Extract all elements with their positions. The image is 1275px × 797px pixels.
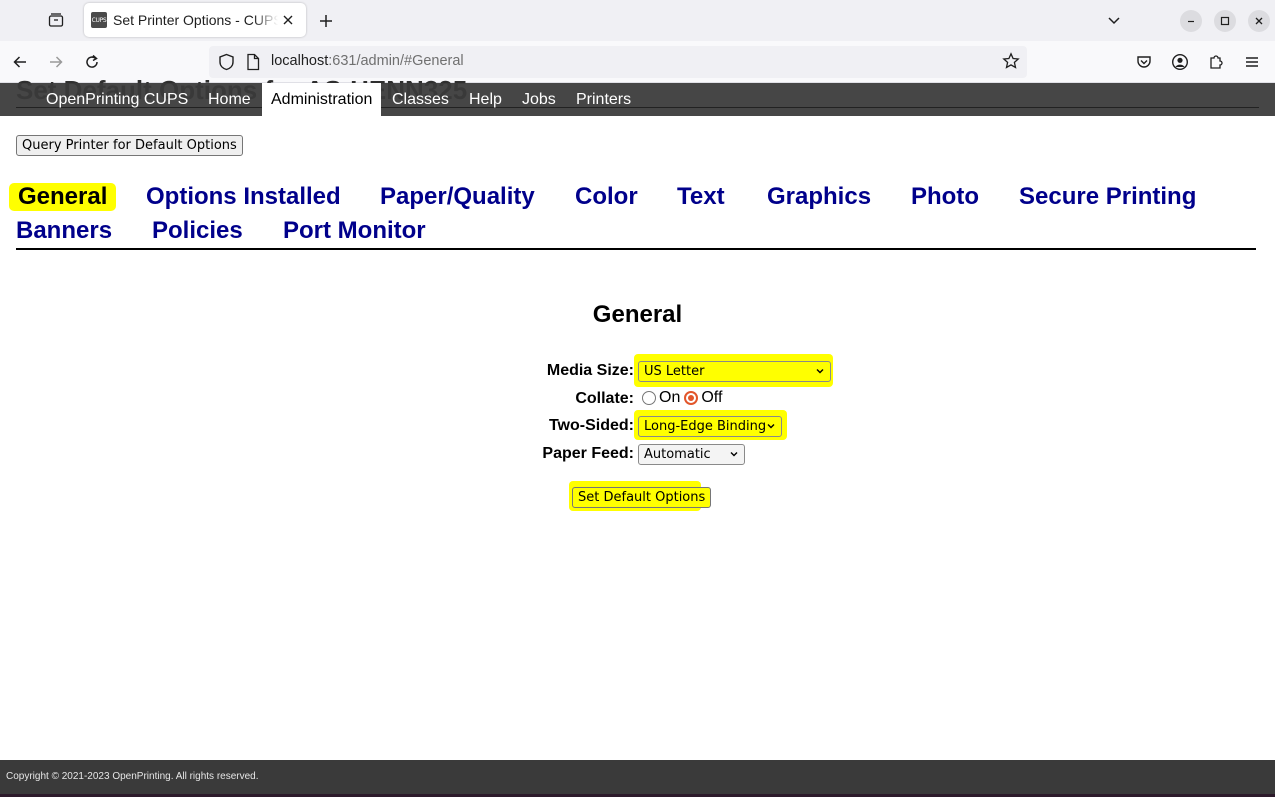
paper-feed-value: Automatic — [644, 447, 711, 462]
tab-secure-printing[interactable]: Secure Printing — [1019, 183, 1196, 211]
collate-off-radio[interactable] — [684, 391, 699, 405]
tab-close-button[interactable] — [278, 10, 298, 30]
nav-help[interactable]: Help — [460, 83, 511, 116]
two-sided-label: Two-Sided: — [548, 417, 634, 434]
maximize-window-button[interactable] — [1214, 10, 1236, 32]
tab-graphics[interactable]: Graphics — [767, 183, 871, 211]
two-sided-value: Long-Edge Binding — [644, 419, 767, 434]
pocket-button[interactable] — [1131, 49, 1157, 75]
plus-icon — [320, 15, 332, 27]
tab-policies[interactable]: Policies — [152, 217, 243, 245]
nav-jobs[interactable]: Jobs — [513, 83, 565, 116]
maximize-icon — [1220, 16, 1230, 26]
forward-button[interactable] — [43, 49, 69, 75]
tab-photo[interactable]: Photo — [911, 183, 979, 211]
shield-icon[interactable] — [218, 53, 235, 71]
cups-favicon-icon: CUPS — [91, 12, 107, 28]
tab-options-installed[interactable]: Options Installed — [146, 183, 341, 211]
two-sided-select[interactable]: Long-Edge Binding — [638, 416, 782, 437]
url-path: :631/admin/#General — [328, 53, 464, 69]
close-window-button[interactable] — [1248, 10, 1270, 32]
paper-feed-label: Paper Feed: — [542, 445, 634, 462]
tab-color[interactable]: Color — [575, 183, 638, 211]
cups-page: Set Default Options for AS-HENN325 OpenP… — [0, 75, 1275, 797]
copyright-text: Copyright © 2021-2023 OpenPrinting. All … — [6, 771, 259, 782]
tab-banners[interactable]: Banners — [16, 217, 112, 245]
cups-header-bar: OpenPrinting CUPS Home Administration Cl… — [0, 83, 1275, 116]
tab-list-icon — [48, 13, 64, 27]
nav-openprinting-cups[interactable]: OpenPrinting CUPS — [37, 83, 197, 116]
tab-text[interactable]: Text — [677, 183, 725, 211]
section-divider — [16, 248, 1256, 250]
option-section-tabs: General Options Installed Paper/Quality … — [0, 178, 1275, 258]
browser-tab-active[interactable]: CUPS Set Printer Options - CUPS — [84, 3, 306, 37]
url-host: localhost — [271, 53, 329, 69]
media-size-label: Media Size: — [546, 362, 634, 379]
puzzle-icon — [1210, 55, 1223, 69]
minimize-icon — [1188, 20, 1194, 23]
extensions-button[interactable] — [1203, 49, 1229, 75]
chevron-down-icon — [730, 452, 738, 457]
collate-label: Collate: — [575, 390, 634, 407]
nav-administration[interactable]: Administration — [262, 83, 382, 116]
tab-title: Set Printer Options - CUPS — [113, 12, 278, 28]
hamburger-menu-icon — [1246, 57, 1258, 67]
tab-general[interactable]: General — [9, 183, 117, 211]
list-all-tabs-button[interactable] — [1103, 9, 1125, 31]
tab-overview-button[interactable] — [42, 6, 70, 34]
media-size-select[interactable]: US Letter — [638, 361, 831, 382]
form-section-title: General — [592, 301, 683, 328]
collate-on-radio[interactable] — [642, 391, 656, 405]
collate-off-label: Off — [701, 389, 723, 406]
reload-icon — [86, 54, 98, 68]
reload-button[interactable] — [79, 49, 105, 75]
back-button[interactable] — [7, 49, 33, 75]
browser-tab-bar: CUPS Set Printer Options - CUPS — [0, 0, 1275, 41]
arrow-right-icon — [50, 56, 63, 68]
app-menu-button[interactable] — [1239, 49, 1265, 75]
bookmark-star-icon[interactable] — [1002, 52, 1020, 70]
account-button[interactable] — [1167, 49, 1193, 75]
tab-port-monitor[interactable]: Port Monitor — [283, 217, 426, 245]
minimize-window-button[interactable] — [1180, 10, 1202, 32]
chevron-down-icon — [767, 424, 775, 429]
close-icon — [283, 15, 293, 25]
paper-feed-select[interactable]: Automatic — [638, 444, 745, 465]
nav-home[interactable]: Home — [199, 83, 260, 116]
page-icon[interactable] — [246, 53, 260, 71]
tab-paper-quality[interactable]: Paper/Quality — [380, 183, 535, 211]
account-icon — [1171, 53, 1189, 71]
collate-on-label: On — [659, 389, 681, 406]
new-tab-button[interactable] — [314, 9, 338, 33]
nav-printers[interactable]: Printers — [567, 83, 640, 116]
pocket-icon — [1137, 56, 1151, 68]
chevron-down-icon — [1108, 17, 1120, 25]
chevron-down-icon — [816, 369, 824, 374]
page-footer: Copyright © 2021-2023 OpenPrinting. All … — [0, 760, 1275, 797]
arrow-left-icon — [13, 56, 26, 68]
nav-classes[interactable]: Classes — [383, 83, 458, 116]
collate-radio-group: On Off — [642, 389, 722, 407]
set-default-options-button[interactable]: Set Default Options — [572, 487, 712, 508]
url-text[interactable]: localhost:631/admin/#General — [271, 53, 464, 69]
close-icon — [1255, 17, 1263, 25]
address-bar[interactable]: localhost:631/admin/#General — [209, 46, 1027, 78]
query-printer-button[interactable]: Query Printer for Default Options — [16, 135, 243, 156]
media-size-value: US Letter — [644, 364, 705, 379]
